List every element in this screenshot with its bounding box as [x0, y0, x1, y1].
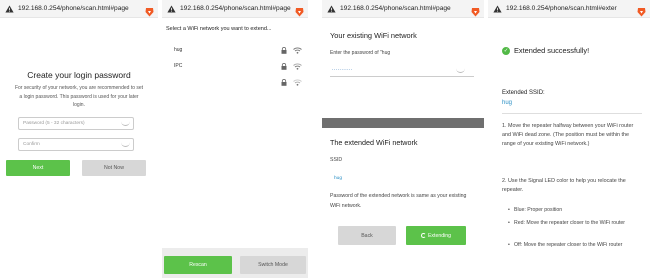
rescan-button[interactable]: Rescan: [164, 256, 232, 274]
password-prompt: Enter the password of "hug: [330, 50, 391, 56]
next-button[interactable]: Next: [6, 160, 70, 176]
lock-icon: [281, 62, 287, 70]
warning-triangle-icon: [166, 4, 176, 14]
url-text: 192.168.0.254/phone/scan.html#exter: [506, 5, 617, 12]
instruction-step-1: 1. Move the repeater halfway between you…: [502, 123, 634, 147]
extending-label: Extending: [427, 232, 452, 239]
network-name: hug: [174, 47, 183, 53]
brave-lion-icon[interactable]: [471, 4, 480, 16]
brave-lion-icon[interactable]: [295, 4, 304, 16]
not-now-button[interactable]: Not Now: [82, 160, 146, 176]
divider: [502, 113, 642, 114]
extend-success-screen: 192.168.0.254/phone/scan.html#exter ✓ Ex…: [488, 0, 650, 278]
network-row-hug[interactable]: hug: [174, 42, 302, 58]
page-title: Create your login password: [27, 70, 131, 80]
wifi-select-screen: 192.168.0.254/phone/scan.html#page Selec…: [162, 0, 308, 278]
address-bar[interactable]: 192.168.0.254/phone/scan.html#exter: [488, 0, 650, 18]
loading-icon: [420, 233, 426, 238]
address-bar[interactable]: 192.168.0.254/phone/scan.html#page: [322, 0, 484, 18]
wifi-icon: [293, 63, 302, 70]
back-button[interactable]: Back: [338, 226, 396, 245]
instruction-step-2: 2. Use the Signal LED color to help you …: [502, 178, 626, 193]
extend-confirm-screen: 192.168.0.254/phone/scan.html#page Your …: [322, 0, 484, 278]
ssid-label: SSID: [330, 157, 343, 163]
led-blue-bullet: Blue: Proper position: [508, 206, 640, 215]
network-name: IPC: [174, 63, 183, 69]
lock-icon: [281, 78, 287, 86]
brave-lion-icon[interactable]: [145, 4, 154, 16]
success-message: ✓ Extended successfully!: [502, 46, 589, 55]
password-input[interactable]: ...........: [332, 66, 353, 72]
address-bar[interactable]: 192.168.0.254/phone/scan.html#page: [0, 0, 158, 18]
url-text: 192.168.0.254/phone/scan.html#page: [18, 5, 129, 12]
network-row-ipc[interactable]: IPC: [174, 58, 302, 74]
url-text: 192.168.0.254/phone/scan.html#page: [180, 5, 291, 12]
login-password-screen: 192.168.0.254/phone/scan.html#page Creat…: [0, 0, 158, 278]
password-input[interactable]: Password (5 - 32 characters): [18, 117, 134, 130]
select-network-title: Select a WiFi network you want to extend…: [166, 26, 272, 32]
url-text: 192.168.0.254/phone/scan.html#page: [340, 5, 451, 12]
warning-triangle-icon: [326, 4, 336, 14]
existing-network-title: Your existing WiFi network: [330, 31, 417, 40]
warning-triangle-icon: [492, 4, 502, 14]
brave-lion-icon[interactable]: [637, 4, 646, 16]
warning-triangle-icon: [4, 4, 14, 14]
switch-mode-button[interactable]: Switch Mode: [240, 256, 306, 274]
address-bar[interactable]: 192.168.0.254/phone/scan.html#page: [162, 0, 308, 18]
lock-icon: [281, 46, 287, 54]
extended-network-title: The extended WiFi network: [330, 138, 418, 147]
check-circle-icon: ✓: [502, 46, 510, 55]
description-text: For security of your network, you are re…: [14, 85, 144, 109]
password-underline: [330, 76, 474, 77]
confirm-placeholder: Confirm: [23, 142, 40, 147]
password-placeholder: Password (5 - 32 characters): [23, 121, 85, 126]
wifi-icon: [293, 47, 302, 54]
network-row-hidden[interactable]: [174, 74, 302, 90]
extending-button[interactable]: Extending: [406, 226, 466, 245]
eye-icon[interactable]: [121, 142, 130, 147]
wifi-icon: [293, 79, 302, 86]
password-note: Password of the extended network is same…: [330, 193, 467, 209]
confirm-password-input[interactable]: Confirm: [18, 138, 134, 151]
led-red-bullet: Red: Move the repeater closer to the WiF…: [508, 219, 640, 228]
modal-overlay: [322, 118, 484, 128]
led-off-bullet: Off: Move the repeater closer to the WiF…: [508, 241, 640, 250]
ssid-value: hug: [334, 176, 343, 181]
eye-icon[interactable]: [121, 121, 130, 126]
success-text: Extended successfully!: [514, 46, 590, 55]
extended-ssid-label: Extended SSID:: [502, 90, 545, 96]
extended-ssid-value: hug: [502, 100, 513, 106]
